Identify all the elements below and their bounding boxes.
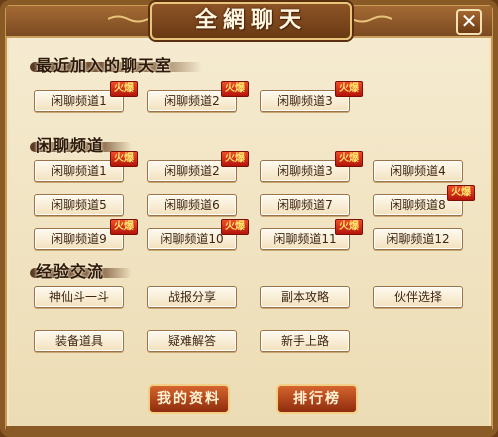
window-title: 全網聊天 [194,8,307,33]
casual-channel-12[interactable]: 闲聊频道12 [373,228,463,250]
title-ornament-right [352,15,392,23]
close-button[interactable]: ✕ [456,9,482,35]
hot-badge: 火爆 [335,81,363,97]
hot-badge: 火爆 [110,81,138,97]
section-exp-title: 经验交流 [36,262,105,281]
casual-channel-5[interactable]: 闲聊频道5 [34,194,124,216]
hot-badge: 火爆 [335,219,363,235]
hot-badge: 火爆 [447,185,475,201]
bottom-border [6,426,492,432]
hot-badge: 火爆 [110,151,138,167]
section-recent-title: 最近加入的聊天室 [36,56,173,75]
hot-badge: 火爆 [335,151,363,167]
hot-badge: 火爆 [221,151,249,167]
exp-channel-5[interactable]: 装备道具 [34,330,124,352]
title-ornament-left [108,15,148,23]
exp-channel-2[interactable]: 战报分享 [147,286,237,308]
exp-channel-3[interactable]: 副本攻略 [260,286,350,308]
section-recent-header: 最近加入的聊天室 [30,52,210,75]
exp-channel-1[interactable]: 神仙斗一斗 [34,286,124,308]
hot-badge: 火爆 [110,219,138,235]
close-icon: ✕ [460,9,478,33]
my-profile-button[interactable]: 我的资料 [148,384,230,414]
casual-channel-7[interactable]: 闲聊频道7 [260,194,350,216]
hot-badge: 火爆 [221,81,249,97]
casual-channel-6[interactable]: 闲聊频道6 [147,194,237,216]
exp-channel-4[interactable]: 伙伴选择 [373,286,463,308]
ranking-button[interactable]: 排行榜 [276,384,358,414]
casual-channel-4[interactable]: 闲聊频道4 [373,160,463,182]
hot-badge: 火爆 [221,219,249,235]
section-exp-header: 经验交流 [30,258,140,281]
exp-channel-6[interactable]: 疑难解答 [147,330,237,352]
section-casual-title: 闲聊频道 [36,136,105,155]
exp-channel-7[interactable]: 新手上路 [260,330,350,352]
